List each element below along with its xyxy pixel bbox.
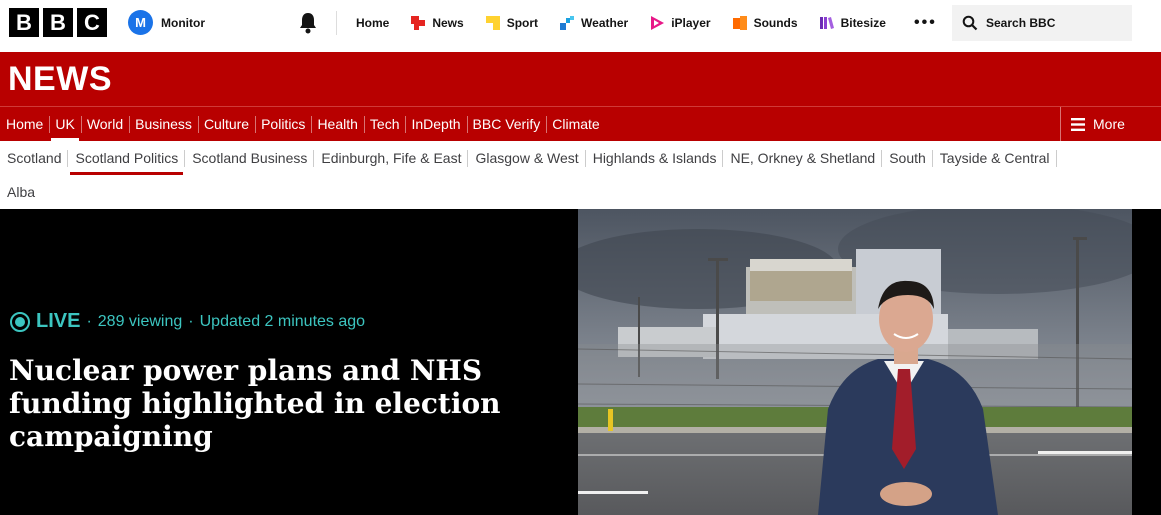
secondary-nav-item[interactable]: Alba bbox=[0, 175, 42, 209]
global-nav-label: News bbox=[432, 16, 464, 30]
primary-nav-item[interactable]: World bbox=[80, 107, 129, 141]
hero-promo[interactable]: LIVE · 289 viewing · Updated 2 minutes a… bbox=[0, 209, 1161, 515]
global-nav-iplayer[interactable]: iPlayer bbox=[649, 15, 711, 31]
secondary-nav-item[interactable]: Scotland Business bbox=[185, 141, 315, 175]
bbc-logo-letter: C bbox=[77, 8, 107, 37]
secondary-nav-item[interactable]: South bbox=[882, 141, 933, 175]
live-indicator-icon bbox=[10, 311, 30, 332]
avatar: M bbox=[128, 10, 153, 35]
global-nav-label: iPlayer bbox=[671, 16, 711, 30]
updated-time: Updated 2 minutes ago bbox=[199, 312, 366, 330]
news-header: NEWS Home UK World Business Culture Poli… bbox=[0, 52, 1161, 141]
bbc-logo-letter: B bbox=[9, 8, 39, 37]
global-nav-label: Home bbox=[356, 16, 390, 30]
secondary-nav: Scotland Scotland Politics Scotland Busi… bbox=[0, 141, 1161, 209]
search-label: Search BBC bbox=[986, 16, 1056, 30]
secondary-nav-item[interactable]: Scotland bbox=[0, 141, 69, 175]
global-nav-label: Bitesize bbox=[840, 16, 886, 30]
sport-icon bbox=[485, 16, 500, 30]
global-nav-sport[interactable]: Sport bbox=[485, 15, 538, 31]
global-nav-sounds[interactable]: Sounds bbox=[732, 15, 798, 31]
global-nav-label: Sport bbox=[506, 16, 539, 30]
global-nav-label: Sounds bbox=[753, 16, 798, 30]
account-button[interactable]: M Monitor bbox=[128, 10, 205, 35]
primary-nav-item[interactable]: Politics bbox=[255, 107, 311, 141]
separator-dot: · bbox=[188, 312, 194, 330]
news-title[interactable]: NEWS bbox=[8, 60, 112, 99]
notifications-bell-icon[interactable] bbox=[298, 12, 318, 34]
secondary-nav-row: Scotland Scotland Politics Scotland Busi… bbox=[0, 141, 1161, 175]
hero-headline[interactable]: Nuclear power plans and NHS funding high… bbox=[9, 354, 569, 453]
global-nav: Home News Sport Weather iPlayer Sounds B… bbox=[356, 0, 907, 46]
primary-nav-item-active[interactable]: UK bbox=[49, 107, 80, 141]
account-name: Monitor bbox=[161, 15, 205, 30]
weather-icon bbox=[560, 16, 575, 30]
more-button[interactable]: More bbox=[1060, 107, 1161, 141]
more-label: More bbox=[1093, 116, 1125, 132]
live-label: LIVE bbox=[36, 310, 81, 332]
bbc-logo[interactable]: B B C bbox=[9, 8, 107, 37]
bbc-logo-letter: B bbox=[43, 8, 73, 37]
secondary-nav-item[interactable]: Glasgow & West bbox=[468, 141, 586, 175]
global-nav-bitesize[interactable]: Bitesize bbox=[819, 15, 886, 31]
global-nav-home[interactable]: Home bbox=[356, 16, 389, 30]
global-nav-label: Weather bbox=[581, 16, 629, 30]
secondary-nav-item[interactable]: Edinburgh, Fife & East bbox=[314, 141, 469, 175]
secondary-nav-item-active[interactable]: Scotland Politics bbox=[68, 141, 185, 175]
search-icon bbox=[962, 15, 978, 31]
hamburger-menu-icon bbox=[1071, 117, 1085, 131]
iplayer-icon bbox=[651, 16, 665, 30]
primary-nav-item[interactable]: Health bbox=[311, 107, 363, 141]
hero-image[interactable] bbox=[578, 209, 1132, 515]
divider bbox=[336, 11, 337, 35]
primary-nav-item[interactable]: Culture bbox=[197, 107, 255, 141]
primary-nav-item[interactable]: InDepth bbox=[405, 107, 466, 141]
global-header: B B C M Monitor Home News Sport Weather … bbox=[0, 0, 1161, 46]
global-nav-weather[interactable]: Weather bbox=[559, 15, 628, 31]
primary-nav-item[interactable]: Climate bbox=[546, 107, 605, 141]
sounds-icon bbox=[732, 16, 747, 30]
bitesize-icon bbox=[819, 17, 834, 29]
secondary-nav-item[interactable]: NE, Orkney & Shetland bbox=[723, 141, 882, 175]
primary-nav-item[interactable]: Tech bbox=[363, 107, 406, 141]
primary-nav-item[interactable]: Business bbox=[129, 107, 198, 141]
viewing-count: 289 viewing bbox=[97, 312, 183, 330]
secondary-nav-item[interactable]: Tayside & Central bbox=[933, 141, 1057, 175]
primary-nav: Home UK World Business Culture Politics … bbox=[0, 107, 606, 141]
secondary-nav-item[interactable]: Highlands & Islands bbox=[586, 141, 724, 175]
news-icon bbox=[411, 16, 426, 30]
primary-nav-item[interactable]: Home bbox=[0, 107, 49, 141]
secondary-nav-row: Alba bbox=[0, 175, 1161, 209]
primary-nav-item[interactable]: BBC Verify bbox=[466, 107, 547, 141]
separator-dot: · bbox=[86, 312, 92, 330]
search-button[interactable]: Search BBC bbox=[952, 5, 1132, 41]
more-menu-icon[interactable]: ••• bbox=[914, 14, 937, 32]
global-nav-news[interactable]: News bbox=[410, 15, 464, 31]
live-status: LIVE · 289 viewing · Updated 2 minutes a… bbox=[10, 310, 365, 333]
